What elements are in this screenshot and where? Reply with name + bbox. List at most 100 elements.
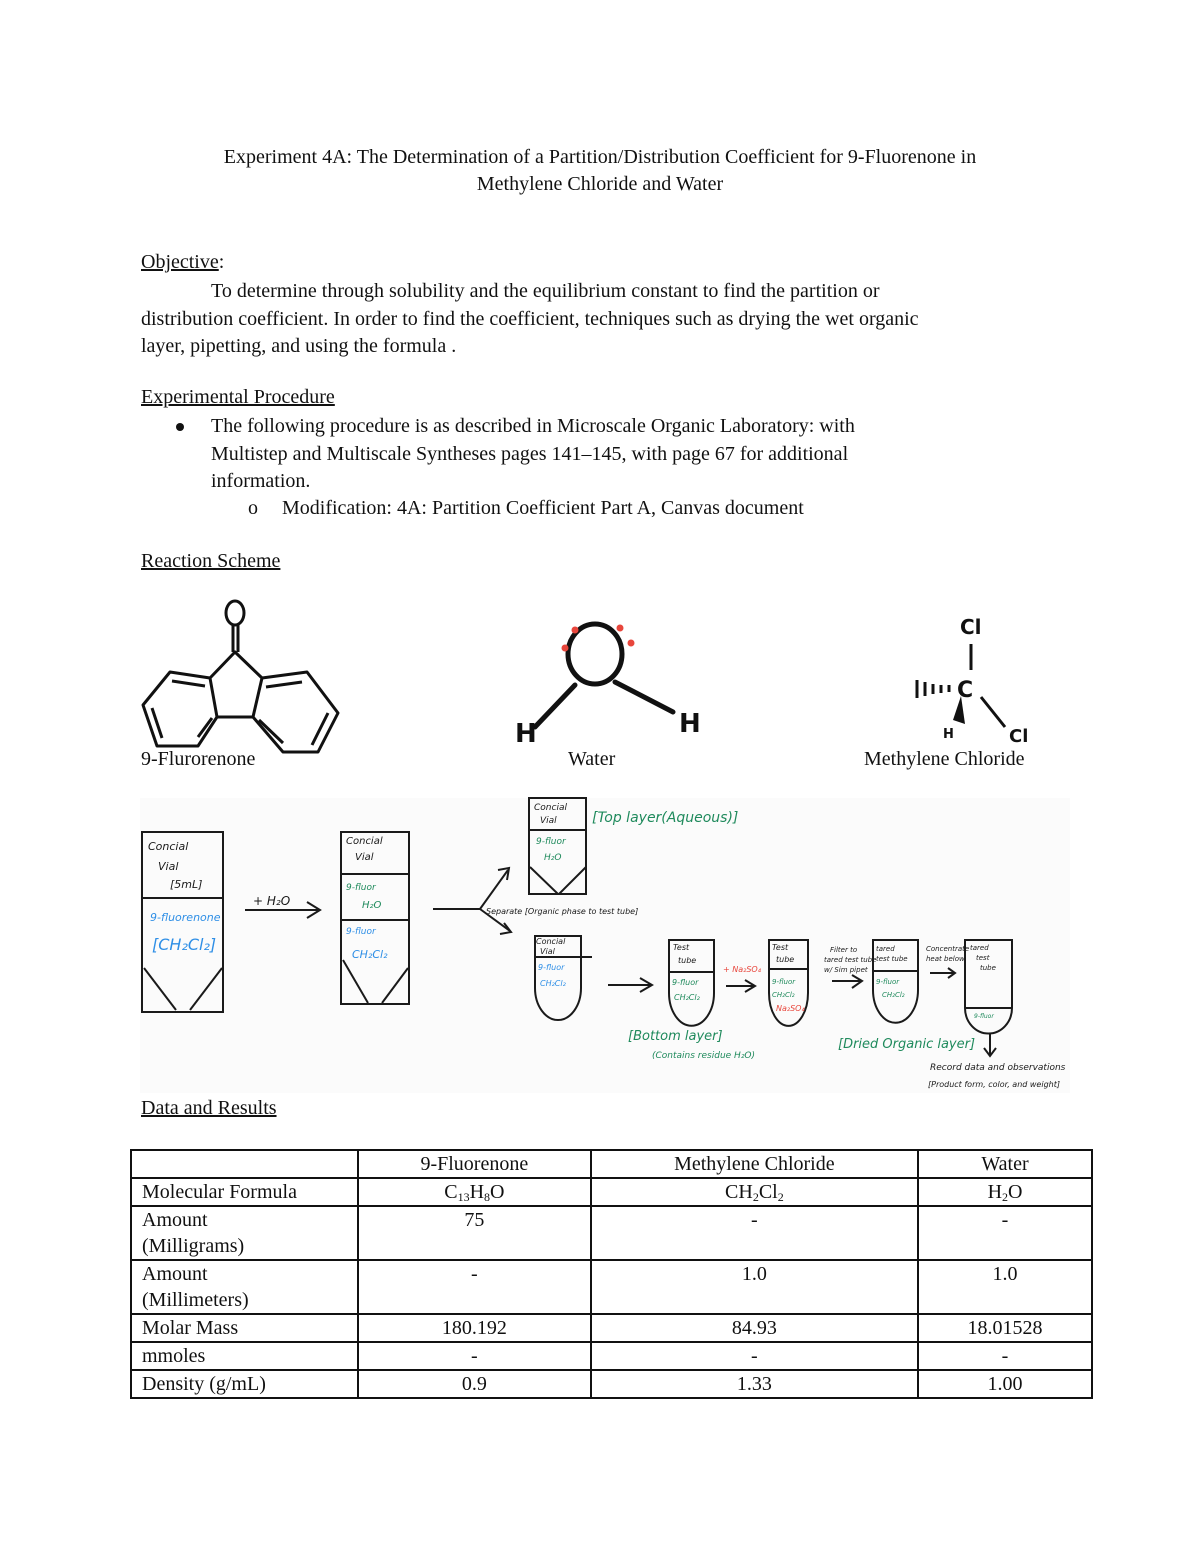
tube3-label-1: tared (876, 945, 895, 953)
table-header-cell-empty (130, 1149, 359, 1179)
mc-cl-right: Cl (1009, 726, 1028, 747)
tube1-label-2: tube (678, 956, 696, 965)
row-label-mmoles: mmoles (130, 1341, 359, 1371)
tube4-label-1: tared (970, 944, 989, 952)
objective-line-2: distribution coefficient. In order to fi… (141, 307, 919, 330)
row-label-line-1: Amount (142, 1263, 208, 1285)
row-label-molecular-formula: Molecular Formula (130, 1177, 359, 1207)
tube1-label-1: Test (673, 943, 690, 952)
table-cell: - (357, 1259, 592, 1315)
vial1-bottom-1: 9-fluorenone (150, 911, 221, 924)
table-header-row: 9-Fluorenone Methylene Chloride Water (130, 1149, 1093, 1179)
table-cell: 18.01528 (917, 1313, 1093, 1343)
bottom-layer-note: [Bottom layer] (628, 1029, 723, 1044)
tube2-layer-1: 9-fluor (772, 978, 796, 986)
tube2-label-1: Test (772, 943, 789, 952)
table-cell: - (917, 1205, 1093, 1261)
table-cell: 1.00 (917, 1369, 1093, 1399)
water-structure: H H (515, 621, 701, 749)
top-vial-label-1: Concial (534, 803, 567, 813)
tube1-layer-2: CH₂Cl₂ (674, 993, 701, 1002)
bullet-icon (176, 423, 184, 431)
bottom-layer-sub-note: (Contains residue H₂O) (652, 1051, 755, 1061)
vial2-label-2: Vial (355, 852, 374, 863)
sub-bullet-circle-icon: o (248, 497, 258, 519)
procedure-bullet-text: The following procedure is as described … (211, 413, 991, 496)
data-results-heading: Data and Results (141, 1097, 277, 1119)
table-row: Density (g/mL) 0.9 1.33 1.00 (130, 1369, 1093, 1399)
table-row: Molar Mass 180.192 84.93 18.01528 (130, 1313, 1093, 1343)
top-vial-layer-1: 9-fluor (536, 837, 567, 847)
table-cell: 1.0 (917, 1259, 1093, 1315)
procedure-flow-diagram: Concial Vial [5mL] + H₂O Concial Vial Co… (140, 797, 1070, 1093)
objective-paragraph: To determine through solubility and the … (141, 278, 1071, 361)
tube1-layer-1: 9-fluor (672, 978, 699, 987)
procedure-heading: Experimental Procedure (141, 386, 335, 408)
add-na2so4-label: + Na₂SO₄ (723, 965, 762, 974)
table-cell: 75 (357, 1205, 592, 1261)
filter-note-3: w/ Sim pipet (824, 966, 868, 974)
fluorenone-structure (141, 599, 340, 754)
concentrate-note-1: Concentrate (926, 945, 969, 953)
molecule-label-water: Water (568, 748, 616, 770)
bottom-vial-label-1: Concial (536, 937, 566, 946)
procedure-bullet-line-2: Multistep and Multiscale Syntheses pages… (211, 442, 849, 465)
table-cell: 1.0 (589, 1259, 920, 1315)
formula-methylene-chloride: CH2Cl2 (589, 1177, 920, 1207)
table-row: mmoles - - - (130, 1341, 1093, 1371)
table-cell: 180.192 (357, 1313, 592, 1343)
tube4-layer-1: 9-fluor (974, 1013, 994, 1020)
table-row: Molecular Formula C13H8O CH2Cl2 H2O (130, 1177, 1093, 1207)
table-cell: - (589, 1341, 920, 1371)
filter-note-2: tared test tube (824, 956, 877, 964)
table-header-methylene-chloride: Methylene Chloride (589, 1149, 920, 1179)
mc-h-bottom: H (943, 727, 954, 742)
table-cell: - (589, 1205, 920, 1261)
vial2-label-1: Concial (346, 836, 383, 847)
objective-line-1: To determine through solubility and the … (211, 280, 880, 302)
row-label-line-1: Amount (142, 1209, 208, 1231)
procedure-bullet: The following procedure is as described … (170, 413, 1000, 497)
table-cell: - (917, 1341, 1093, 1371)
table-cell: 1.33 (589, 1369, 920, 1399)
vial1-label-1: Concial (148, 840, 188, 853)
vial2-bottom-2: CH₂Cl₂ (352, 948, 388, 961)
tube2-label-2: tube (776, 955, 794, 964)
top-vial-label-2: Vial (540, 816, 557, 826)
separate-note: Separate [Organic phase to test tube] (486, 907, 638, 916)
table-header-water: Water (917, 1149, 1093, 1179)
tube4-label-2: test (976, 954, 990, 962)
objective-line-3: layer, pipetting, and using the formula … (141, 335, 457, 357)
row-label-line-2: (Millimeters) (142, 1289, 249, 1311)
tube2-layer-2: CH₂Cl₂ (772, 991, 795, 999)
vial2-mid-1: 9-fluor (346, 883, 377, 893)
mc-cl-top: Cl (960, 615, 982, 639)
top-vial-layer-2: H₂O (544, 853, 561, 863)
vial2-bottom-1: 9-fluor (346, 927, 377, 937)
table-cell: 84.93 (589, 1313, 920, 1343)
vial1-label-3: [5mL] (170, 878, 202, 891)
concentrate-note-2: heat below (926, 955, 965, 963)
title-line-2: Methylene Chloride and Water (476, 173, 724, 195)
formula-fluorenone: C13H8O (357, 1177, 592, 1207)
row-label-line-2: (Milligrams) (142, 1235, 245, 1257)
tube4-label-3: tube (980, 964, 996, 972)
water-h-left: H (515, 719, 537, 749)
methylene-chloride-structure: Cl C H Cl (915, 615, 1028, 747)
procedure-bullet-line-3: information. (211, 470, 311, 492)
procedure-sub-item: Modification: 4A: Partition Coefficient … (282, 497, 804, 519)
molecule-label-fluorenone: 9-Flurorenone (141, 748, 256, 770)
filter-note-1: Filter to (830, 946, 857, 954)
table-cell: 0.9 (357, 1369, 592, 1399)
objective-heading-text: Objective (141, 251, 219, 273)
molecule-label-methylene-chloride: Methylene Chloride (864, 748, 1025, 770)
tube3-layer-2: CH₂Cl₂ (882, 991, 905, 999)
bottom-vial-layer-1: 9-fluor (538, 963, 565, 972)
bottom-vial-label-2: Vial (540, 947, 556, 956)
add-water-label: + H₂O (253, 894, 290, 908)
row-label-molar-mass: Molar Mass (130, 1313, 359, 1343)
water-h-right: H (679, 709, 701, 739)
dried-organic-note: [Dried Organic layer] (838, 1037, 975, 1052)
procedure-bullet-line-1: The following procedure is as described … (211, 415, 855, 437)
table-row: Amount (Milligrams) 75 - - (130, 1205, 1093, 1261)
